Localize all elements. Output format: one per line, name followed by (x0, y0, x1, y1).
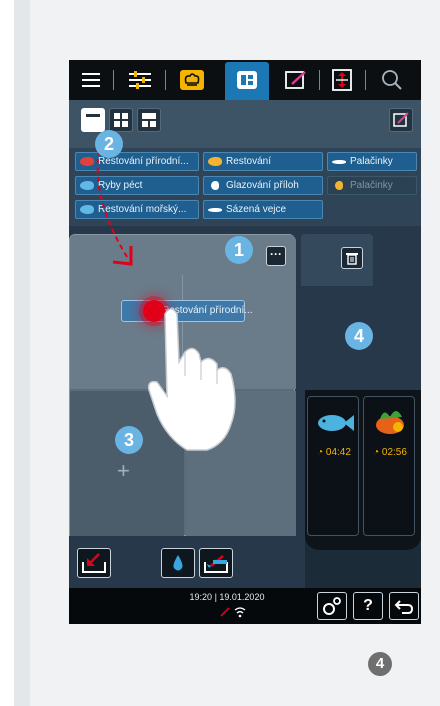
grid-view-button[interactable] (109, 108, 133, 132)
timer-label: 04:42 (325, 447, 351, 458)
more-options-button[interactable]: ··· (266, 246, 286, 266)
timer-value: ◔ 02:56 (373, 447, 407, 458)
split-view-button[interactable] (137, 108, 161, 132)
timer-label: 02:56 (381, 447, 407, 458)
filter-icon[interactable] (125, 66, 155, 94)
separator (165, 70, 166, 90)
fried-egg-icon (208, 208, 222, 212)
separator (365, 70, 366, 90)
edit-list-button[interactable] (389, 108, 413, 132)
program-chip[interactable]: Glazování příloh (203, 176, 323, 195)
help-button[interactable]: ? (353, 592, 383, 620)
chip-label: Sázená vejce (226, 204, 287, 215)
steam-button[interactable] (199, 548, 233, 578)
water-drop-icon (173, 555, 183, 571)
add-icon[interactable]: + (117, 458, 130, 484)
chip-label: Restování (226, 156, 272, 167)
program-chip[interactable]: Restování (203, 152, 323, 171)
side-dish-icon (211, 181, 219, 190)
trash-button[interactable] (341, 247, 363, 269)
timer-arc (305, 536, 421, 550)
menu-icon[interactable] (77, 66, 105, 94)
single-view-button[interactable] (81, 108, 105, 132)
page-number-badge: 4 (368, 652, 392, 676)
gear-icon (323, 597, 341, 615)
egg-icon (332, 160, 346, 164)
callout-badge: 2 (95, 130, 123, 158)
device-screen: Restování přírodní... Restování Palačink… (69, 60, 421, 624)
back-button[interactable] (389, 592, 419, 620)
top-navigation-bar (69, 60, 421, 100)
timer-card[interactable]: ◔ 02:56 (363, 396, 415, 536)
callout-badge: 3 (115, 426, 143, 454)
date-label: 19.01.2020 (219, 592, 265, 602)
separator (113, 70, 114, 90)
left-strip (14, 0, 30, 706)
separator (319, 70, 320, 90)
status-bar: 19:20 | 19.01.2020 ? (69, 588, 421, 624)
load-button[interactable] (77, 548, 111, 578)
chef-hat-icon[interactable] (175, 66, 209, 94)
hand-pointer-icon (147, 308, 236, 451)
vegetables-icon (376, 411, 404, 434)
program-chip[interactable]: Palačinky (327, 176, 417, 195)
status-icons (220, 607, 246, 618)
timer-card[interactable]: ◔ 04:42 (307, 396, 359, 536)
clock: 19:20 | 19.01.2020 (189, 592, 265, 602)
height-adjust-icon[interactable] (327, 66, 357, 94)
help-icon: ? (363, 597, 373, 614)
timer-value: ◔ 04:42 (317, 447, 351, 458)
time-label: 19:20 (189, 592, 213, 602)
chip-label: Palačinky (350, 156, 393, 167)
humidity-button[interactable] (161, 548, 195, 578)
load-icon (82, 553, 106, 573)
planner-icon[interactable] (233, 66, 261, 94)
back-icon (394, 600, 414, 614)
chip-label: Palačinky (350, 180, 393, 191)
drag-arrow (96, 149, 133, 266)
search-icon[interactable] (377, 66, 407, 94)
trash-icon (346, 253, 358, 265)
fish-icon (318, 415, 354, 431)
steam-icon (204, 555, 228, 573)
callout-badge: 1 (225, 236, 253, 264)
poultry-icon (208, 157, 222, 166)
edit-icon[interactable] (281, 66, 311, 94)
pancake-icon (335, 181, 343, 190)
program-chip[interactable]: Sázená vejce (203, 200, 323, 219)
callout-badge: 4 (345, 322, 373, 350)
chip-label: Glazování příloh (226, 180, 299, 191)
program-chip[interactable]: Palačinky (327, 152, 417, 171)
settings-button[interactable] (317, 592, 347, 620)
